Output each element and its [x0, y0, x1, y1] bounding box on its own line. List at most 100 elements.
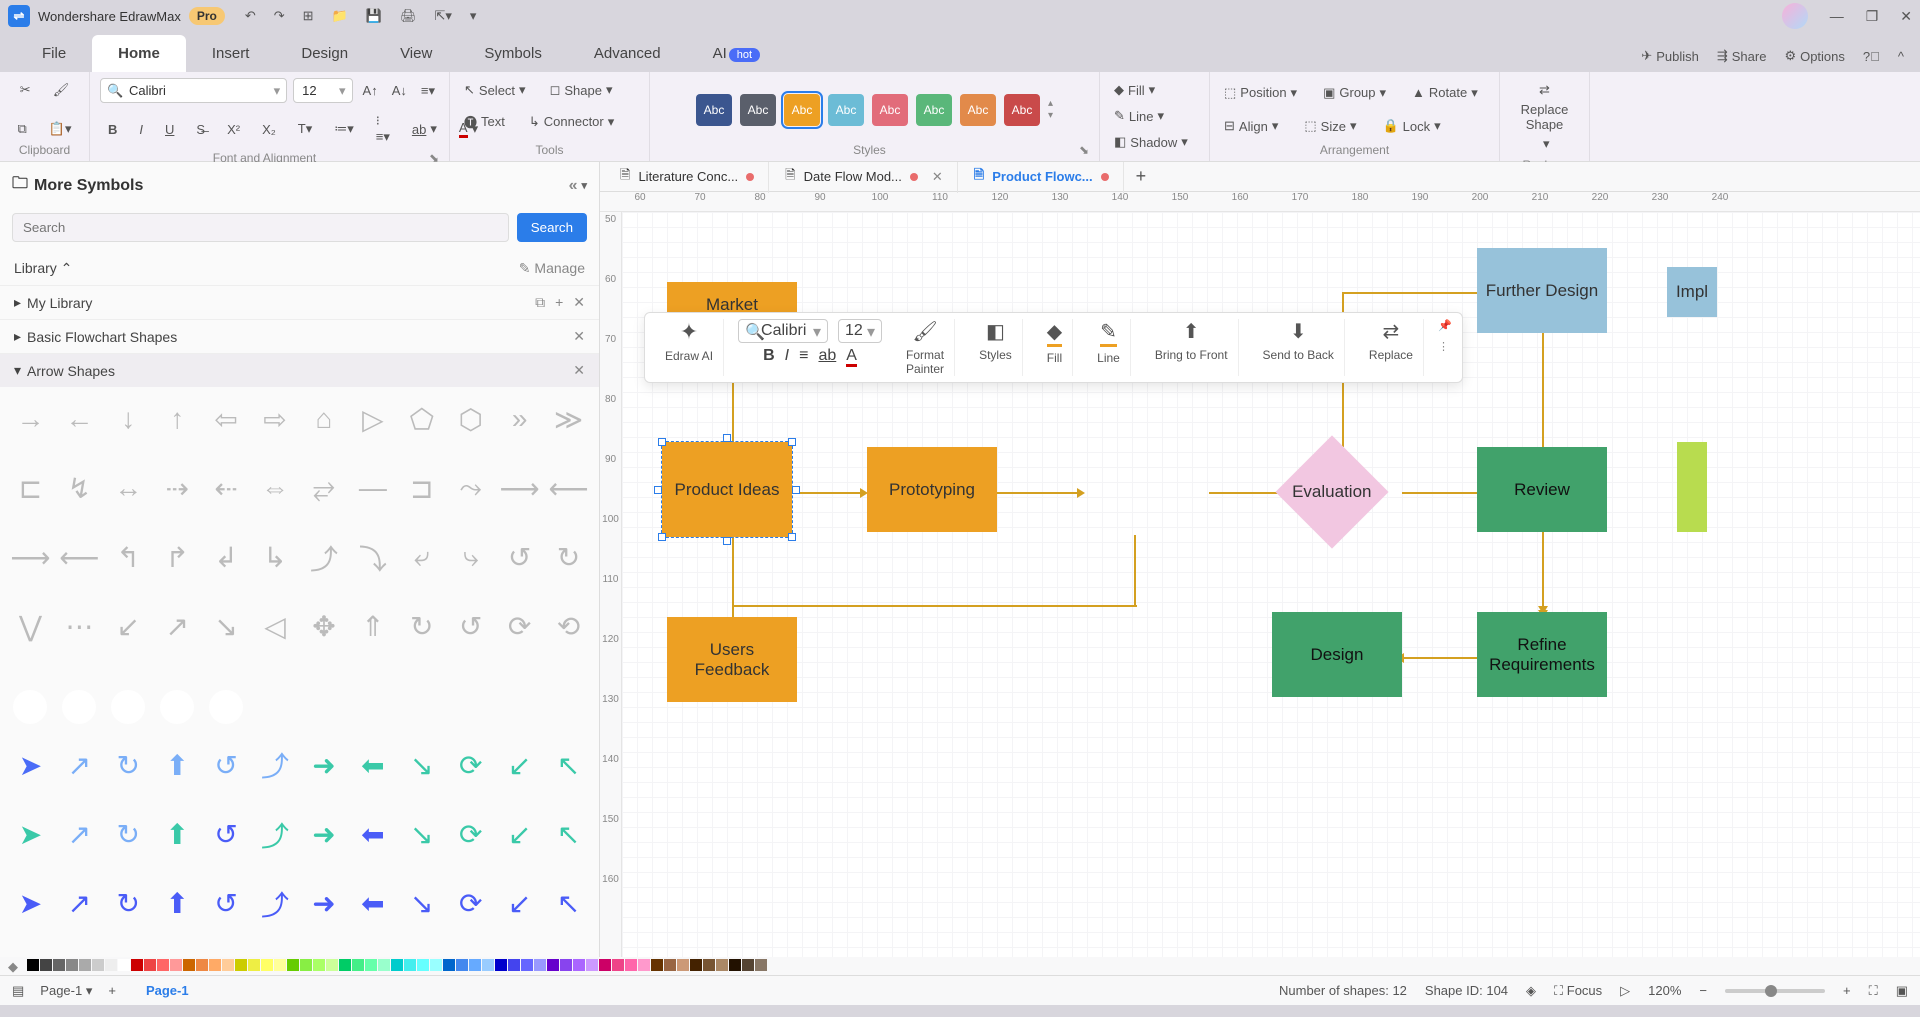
arrow-shape[interactable]: —	[348, 464, 397, 512]
palette-swatch[interactable]	[235, 959, 247, 971]
fit-page-icon[interactable]: ⛶	[1869, 983, 1878, 999]
arrow-shape[interactable]: ⬅	[348, 880, 397, 928]
cat-basic-flowchart[interactable]: ▸ Basic Flowchart Shapes✕	[0, 319, 599, 353]
style-swatch-5[interactable]: Abc	[916, 94, 952, 126]
maximize-icon[interactable]: ❐	[1866, 8, 1879, 25]
palette-swatch[interactable]	[209, 959, 221, 971]
arrow-shape[interactable]: ⟵	[544, 464, 593, 512]
palette-swatch[interactable]	[534, 959, 546, 971]
arrow-shape[interactable]: ⬅	[348, 741, 397, 789]
palette-swatch[interactable]	[118, 959, 130, 971]
ft-format-painter[interactable]: Format Painter	[906, 348, 944, 376]
play-icon[interactable]: ▷	[1620, 983, 1630, 999]
arrow-shape[interactable]: ↻	[397, 603, 446, 651]
collapse-ribbon-icon[interactable]: ^	[1898, 49, 1904, 64]
node-partial[interactable]	[1677, 442, 1707, 532]
palette-swatch[interactable]	[105, 959, 117, 971]
arrow-shape[interactable]: ➜	[300, 811, 349, 859]
arrow-shape[interactable]: ↘	[397, 811, 446, 859]
font-size-select[interactable]: 12	[293, 78, 352, 103]
help-icon[interactable]: ?⃝	[1863, 49, 1880, 64]
arrow-shape[interactable]: ➤	[6, 811, 55, 859]
ft-size-select[interactable]: 12	[838, 319, 882, 343]
palette-swatch[interactable]	[547, 959, 559, 971]
close-icon[interactable]: ✕	[1900, 8, 1912, 25]
arrow-shape[interactable]: ➜	[300, 880, 349, 928]
arrow-shape[interactable]: ↖	[544, 811, 593, 859]
ft-highlight-icon[interactable]: ab	[818, 347, 836, 365]
node-design[interactable]: Design	[1272, 612, 1402, 697]
font-family-select[interactable]: Calibri	[100, 78, 287, 103]
ft-replace[interactable]: Replace	[1369, 348, 1413, 362]
arrow-shape[interactable]: »	[160, 690, 194, 724]
print-icon[interactable]: 🖨	[400, 8, 417, 24]
arrow-shape[interactable]: ↙	[495, 741, 544, 789]
palette-swatch[interactable]	[612, 959, 624, 971]
strike-icon[interactable]: S̶	[192, 118, 209, 141]
align-para-icon[interactable]: ≡▾	[417, 79, 439, 103]
zoom-out-icon[interactable]: −	[1699, 983, 1707, 998]
node-evaluation[interactable]: Evaluation	[1275, 435, 1388, 548]
palette-swatch[interactable]	[144, 959, 156, 971]
cut-icon[interactable]: ✂	[16, 78, 35, 102]
style-swatch-3[interactable]: Abc	[828, 94, 864, 126]
arrow-shape[interactable]: ⬆	[153, 811, 202, 859]
arrow-shape[interactable]: ↓	[104, 395, 153, 443]
zoom-value[interactable]: 120%	[1648, 983, 1681, 998]
style-swatch-4[interactable]: Abc	[872, 94, 908, 126]
shrink-font-icon[interactable]: A↓	[388, 79, 411, 102]
bold-icon[interactable]: B	[104, 118, 121, 141]
rotate-button[interactable]: ▲ Rotate▾	[1408, 81, 1482, 105]
numbering-icon[interactable]: ⁝≡▾	[372, 109, 394, 149]
superscript-icon[interactable]: X²	[223, 118, 244, 141]
user-avatar[interactable]	[1782, 3, 1808, 29]
arrow-shape[interactable]: ↑	[153, 395, 202, 443]
arrow-shape[interactable]: ⤴	[300, 534, 349, 582]
italic-icon[interactable]: I	[135, 118, 147, 141]
palette-swatch[interactable]	[352, 959, 364, 971]
save-icon[interactable]: 💾	[366, 8, 382, 24]
arrow-shape[interactable]: ↻	[544, 534, 593, 582]
symbols-panel-title[interactable]: 🗀 More Symbols «	[0, 162, 599, 209]
palette-swatch[interactable]	[417, 959, 429, 971]
arrow-shape[interactable]: ⬅	[348, 811, 397, 859]
arrow-shape[interactable]: ⟶	[6, 534, 55, 582]
arrow-shape[interactable]: ⥂	[300, 464, 349, 512]
position-button[interactable]: ⬚ Position▾	[1220, 81, 1301, 105]
arrow-shape[interactable]: ↙	[104, 603, 153, 651]
ft-line[interactable]: Line	[1097, 351, 1120, 365]
arrow-shape[interactable]: ▷	[348, 395, 397, 443]
arrow-shape[interactable]: ↗	[153, 603, 202, 651]
arrow-shape[interactable]: ↖	[544, 880, 593, 928]
palette-swatch[interactable]	[716, 959, 728, 971]
cat-arrow-shapes[interactable]: ▾ Arrow Shapes✕	[0, 353, 599, 387]
palette-swatch[interactable]	[157, 959, 169, 971]
palette-swatch[interactable]	[664, 959, 676, 971]
arrow-shape[interactable]	[397, 672, 446, 720]
arrow-shape[interactable]: ↔	[104, 464, 153, 512]
arrow-shape[interactable]: ↺	[495, 534, 544, 582]
menu-design[interactable]: Design	[275, 35, 374, 72]
arrow-shape[interactable]: ⟶	[495, 464, 544, 512]
arrow-shape[interactable]: ⇢	[153, 464, 202, 512]
group-button[interactable]: ▣ Group▾	[1319, 81, 1390, 105]
replace-shape-button[interactable]: ⇄Replace Shape ▾	[1517, 78, 1573, 156]
arrow-shape[interactable]: »	[495, 395, 544, 443]
connector-tool[interactable]: ↳ Connector ▾	[525, 108, 618, 135]
node-further-design[interactable]: Further Design	[1477, 248, 1607, 333]
new-icon[interactable]: ⊞	[303, 8, 314, 24]
palette-swatch[interactable]	[729, 959, 741, 971]
ft-bring-front[interactable]: Bring to Front	[1155, 348, 1228, 362]
line-button[interactable]: ✎ Line ▾	[1110, 104, 1199, 128]
node-users-feedback[interactable]: Users Feedback	[667, 617, 797, 702]
arrow-shape[interactable]: ≫	[544, 395, 593, 443]
arrow-shape[interactable]: ◁	[251, 603, 300, 651]
paste-icon[interactable]: 📋▾	[45, 117, 76, 141]
arrow-shape[interactable]: ✥	[300, 603, 349, 651]
palette-swatch[interactable]	[508, 959, 520, 971]
ft-send-back[interactable]: Send to Back	[1263, 348, 1334, 362]
collapse-panel-icon[interactable]: «	[569, 177, 578, 195]
page-selector[interactable]: Page-1 ▾	[40, 983, 92, 999]
arrow-shape[interactable]: ⬡	[446, 395, 495, 443]
grow-font-icon[interactable]: A↑	[359, 79, 382, 102]
